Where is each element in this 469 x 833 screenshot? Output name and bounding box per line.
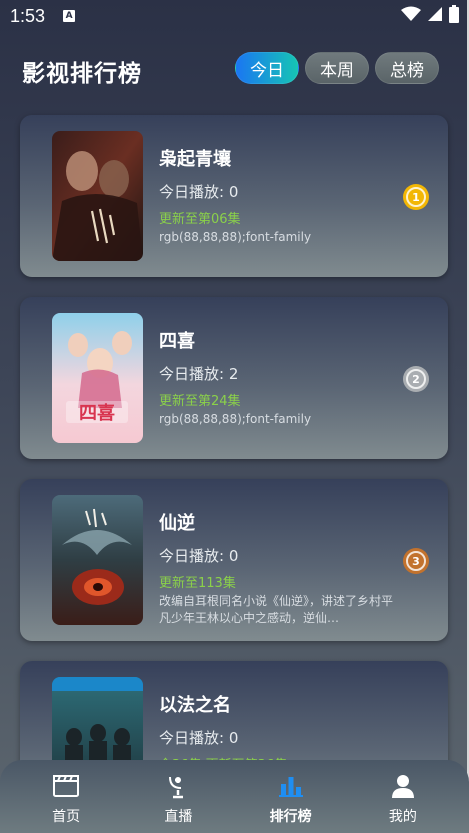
battery-icon (449, 4, 459, 28)
ranking-card[interactable]: 四喜 四喜 今日播放: 2 更新至第24集 rgb(88,88,88);font… (20, 297, 448, 459)
ranking-card[interactable]: 仙逆 今日播放: 0 更新至113集 改编自耳根同名小说《仙逆》，讲述了乡村平凡… (20, 479, 448, 641)
nav-label: 我的 (388, 809, 417, 825)
nav-label: 排行榜 (269, 809, 312, 825)
signal-icon (427, 6, 443, 27)
nav-label: 首页 (52, 809, 81, 825)
rank-badge: 2 (403, 366, 429, 392)
nav-item-home[interactable]: 首页 (21, 772, 111, 826)
nav-item-profile[interactable]: 我的 (358, 772, 448, 826)
rank-number: 1 (406, 187, 426, 207)
poster-image[interactable] (52, 495, 143, 625)
tab-week[interactable]: 本周 (305, 52, 369, 84)
rank-badge: 3 (403, 548, 429, 574)
drama-title: 仙逆 (159, 513, 195, 534)
rank-number: 3 (406, 551, 426, 571)
drama-description: rgb(88,88,88);font-family (159, 412, 312, 426)
drama-description: 改编自耳根同名小说《仙逆》，讲述了乡村平凡少年王林以心中之感动，逆仙… (159, 594, 394, 625)
ranking-card[interactable]: 枭起青壤 今日播放: 0 更新至第06集 rgb(88,88,88);font-… (20, 115, 448, 277)
poster-image[interactable] (52, 131, 143, 261)
bar-chart-icon (278, 772, 304, 800)
notification-icon: A (63, 10, 76, 22)
drama-title: 枭起青壤 (159, 149, 231, 170)
status-bar: 1:53 A (0, 0, 469, 32)
status-time: 1:53 (10, 5, 46, 26)
update-status: 更新至113集 (159, 576, 236, 591)
nav-item-live[interactable]: 直播 (133, 772, 223, 826)
drama-title: 以法之名 (159, 695, 231, 716)
play-count: 今日播放: 0 (159, 729, 239, 747)
satellite-dish-icon (164, 772, 192, 800)
clapperboard-icon (52, 772, 80, 800)
update-status: 更新至第06集 (159, 212, 241, 227)
card-info: 枭起青壤 今日播放: 0 更新至第06集 rgb(88,88,88);font-… (159, 145, 399, 246)
nav-label: 直播 (164, 809, 193, 825)
status-icons (401, 4, 459, 28)
play-count: 今日播放: 0 (159, 183, 239, 201)
page-title: 影视排行榜 (22, 61, 142, 87)
drama-description: rgb(88,88,88);font-family (159, 230, 312, 244)
update-status: 更新至第24集 (159, 394, 241, 409)
tab-all[interactable]: 总榜 (375, 52, 439, 84)
user-icon (390, 772, 416, 800)
rank-number: 2 (406, 369, 426, 389)
card-info: 四喜 今日播放: 2 更新至第24集 rgb(88,88,88);font-fa… (159, 327, 399, 428)
poster-image[interactable]: 四喜 (52, 313, 143, 443)
wifi-icon (401, 6, 421, 27)
tab-today[interactable]: 今日 (235, 52, 299, 84)
card-info: 仙逆 今日播放: 0 更新至113集 改编自耳根同名小说《仙逆》，讲述了乡村平凡… (159, 509, 399, 627)
play-count: 今日播放: 2 (159, 365, 239, 383)
header: 影视排行榜 今日 本周 总榜 (0, 48, 469, 88)
play-count: 今日播放: 0 (159, 547, 239, 565)
rank-badge: 1 (403, 184, 429, 210)
svg-text:四喜: 四喜 (79, 403, 115, 424)
nav-item-ranking[interactable]: 排行榜 (246, 772, 336, 826)
bottom-nav: 首页 直播 排行榜 我的 (0, 760, 469, 833)
period-tabs: 今日 本周 总榜 (235, 52, 439, 84)
drama-title: 四喜 (159, 331, 195, 352)
